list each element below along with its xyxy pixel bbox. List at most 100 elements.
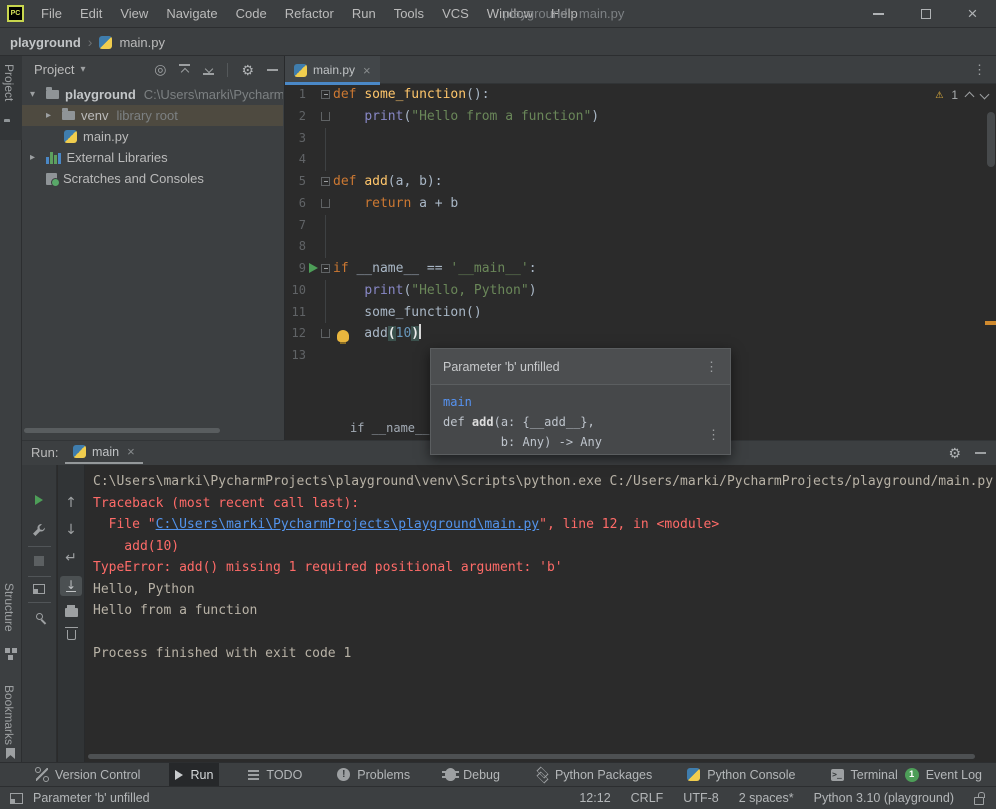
stop-process-button[interactable]	[22, 556, 56, 566]
fold-icon[interactable]	[321, 90, 330, 99]
toolwindow-version-control[interactable]: Version Control	[30, 763, 146, 787]
run-tab-main[interactable]: main ×	[65, 441, 143, 464]
hide-panel-button[interactable]	[267, 69, 278, 71]
toolwindow-event-log[interactable]: 1 Event Log	[905, 768, 982, 782]
toolwindow-todo[interactable]: TODO	[242, 763, 308, 787]
project-panel-title[interactable]: Project	[34, 62, 74, 77]
locate-file-button[interactable]: ◎	[154, 61, 166, 78]
tree-row-venv[interactable]: ▸venvlibrary root	[22, 105, 283, 126]
maximize-button[interactable]	[902, 0, 949, 28]
previous-problem-icon[interactable]	[965, 92, 975, 102]
tree-row-external-libraries[interactable]: ▸External Libraries	[22, 147, 283, 168]
stripe-structure-button[interactable]: Structure	[2, 583, 16, 632]
run-tool-window: Run: main × ⚙ ↑ ↓	[22, 440, 996, 762]
menu-file[interactable]: File	[32, 0, 71, 27]
minimize-button[interactable]	[855, 0, 902, 28]
collapse-all-button[interactable]	[203, 64, 214, 75]
toolwindow-terminal[interactable]: >_Terminal	[825, 763, 904, 787]
menu-run[interactable]: Run	[343, 0, 385, 27]
menu-navigate[interactable]: Navigate	[157, 0, 226, 27]
console-horizontal-scrollbar[interactable]	[88, 754, 975, 759]
intention-bulb-icon[interactable]	[337, 330, 349, 342]
warning-stripe-mark[interactable]	[985, 321, 996, 325]
editor-scrollbar-thumb[interactable]	[987, 112, 995, 167]
next-problem-icon[interactable]	[980, 90, 990, 100]
status-2-spaces[interactable]: 2 spaces*	[739, 791, 794, 805]
menu-code[interactable]: Code	[227, 0, 276, 27]
popup-more-icon[interactable]: ⋮	[707, 426, 720, 446]
gutter-marks	[306, 302, 333, 324]
scroll-down-button[interactable]: ↓	[58, 523, 84, 537]
tree-item-label: venv	[81, 108, 108, 123]
fold-icon[interactable]	[321, 112, 330, 121]
tree-row-main-py[interactable]: main.py	[22, 126, 283, 147]
soft-wrap-button[interactable]: ↵	[58, 551, 84, 565]
run-console[interactable]: C:\Users\marki\PycharmProjects\playgroun…	[86, 465, 996, 762]
code-text: def add(a, b):	[333, 171, 443, 193]
line-number: 6	[285, 193, 306, 215]
fold-icon[interactable]	[321, 329, 330, 338]
run-line-icon[interactable]	[309, 263, 318, 273]
tab-main-py[interactable]: main.py ×	[285, 56, 380, 84]
hide-run-panel-button[interactable]	[975, 452, 986, 454]
breadcrumb-file[interactable]: main.py	[119, 35, 165, 50]
edit-configuration-button[interactable]	[22, 523, 56, 537]
inspection-widget[interactable]: ⚠ 1	[935, 87, 988, 102]
toolwindow-run[interactable]: Run	[169, 763, 219, 787]
traceback-link[interactable]: C:\Users\marki\PycharmProjects\playgroun…	[156, 517, 540, 532]
rerun-button[interactable]	[22, 495, 56, 505]
chevron-right-icon[interactable]: ▸	[46, 110, 62, 121]
chevron-down-icon[interactable]: ▾	[80, 64, 96, 75]
run-panel-label: Run:	[31, 441, 58, 464]
status-utf-8[interactable]: UTF-8	[683, 791, 718, 805]
run-settings-button[interactable]: ⚙	[948, 444, 961, 462]
scroll-up-button[interactable]: ↑	[58, 496, 84, 510]
expand-all-button[interactable]	[179, 64, 190, 75]
chevron-down-icon[interactable]: ▾	[30, 89, 46, 100]
print-button[interactable]	[58, 605, 84, 617]
tab-close-icon[interactable]: ×	[363, 63, 371, 78]
menu-vcs[interactable]: VCS	[433, 0, 478, 27]
pin-tab-button[interactable]	[22, 613, 56, 620]
toggle-toolwindows-icon[interactable]	[10, 793, 23, 804]
stripe-project-button[interactable]: Project	[2, 64, 16, 101]
layers-icon	[535, 768, 548, 781]
toolwindow-python-packages[interactable]: Python Packages	[529, 763, 658, 787]
tree-row-scratches-and-consoles[interactable]: Scratches and Consoles	[22, 168, 283, 189]
toolwindow-debug[interactable]: Debug	[439, 763, 506, 787]
chevron-right-icon[interactable]: ▸	[30, 152, 46, 163]
close-button[interactable]: ×	[949, 0, 996, 28]
menu-edit[interactable]: Edit	[71, 0, 111, 27]
window-controls: ×	[855, 0, 996, 28]
status-crlf[interactable]: CRLF	[631, 791, 664, 805]
breadcrumb-project[interactable]: playground	[10, 35, 81, 50]
status-message[interactable]: Parameter 'b' unfilled	[33, 791, 150, 805]
restore-layout-button[interactable]	[22, 584, 56, 594]
popup-options-icon[interactable]: ⋮	[705, 359, 718, 375]
clear-all-button[interactable]	[58, 630, 84, 640]
toolwindow-problems[interactable]: !Problems	[331, 763, 416, 787]
fold-icon[interactable]	[321, 264, 330, 273]
fold-icon[interactable]	[321, 199, 330, 208]
status-python-3-10-playground[interactable]: Python 3.10 (playground)	[814, 791, 954, 805]
toolwindow-python-console[interactable]: Python Console	[681, 763, 801, 787]
bookmark-icon[interactable]	[6, 748, 15, 759]
menu-tools[interactable]: Tools	[385, 0, 433, 27]
pycharm-app-icon[interactable]: PC	[7, 5, 24, 22]
tree-row-playground[interactable]: ▾playgroundC:\Users\marki\PycharmProje	[22, 84, 283, 105]
status-12-12[interactable]: 12:12	[579, 791, 610, 805]
lock-icon[interactable]	[974, 797, 984, 805]
menu-view[interactable]: View	[111, 0, 157, 27]
horizontal-scrollbar[interactable]	[24, 428, 220, 433]
tab-options-icon[interactable]: ⋮	[973, 62, 986, 78]
inspection-popup: Parameter 'b' unfilled ⋮ main def add(a:…	[430, 348, 731, 455]
menu-refactor[interactable]: Refactor	[276, 0, 343, 27]
scroll-to-end-button[interactable]: ↓	[58, 576, 84, 596]
run-tab-close-icon[interactable]: ×	[127, 444, 135, 459]
project-settings-button[interactable]: ⚙	[241, 61, 254, 79]
structure-icon[interactable]	[5, 648, 10, 653]
pycharm-logo-text: PC	[11, 10, 21, 17]
stripe-bookmarks-button[interactable]: Bookmarks	[2, 685, 16, 745]
fold-icon[interactable]	[321, 177, 330, 186]
toolwindow-label: Run	[190, 768, 213, 782]
